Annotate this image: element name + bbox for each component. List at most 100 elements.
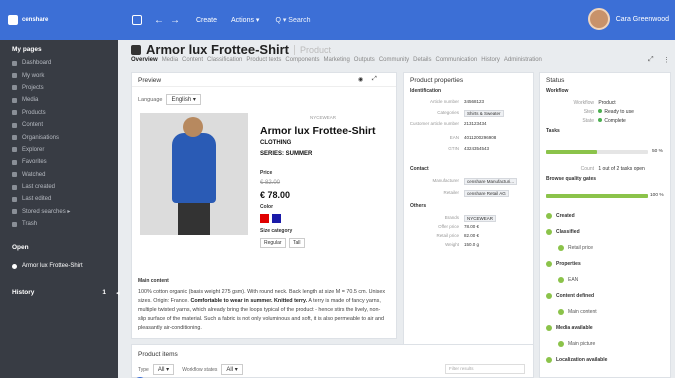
property-row: Categories Shirts & Sweater xyxy=(404,110,534,118)
sidebar: My pages Dashboard My work Projects Media Pr… xyxy=(0,40,120,378)
sidebar-item-1[interactable]: My work xyxy=(0,69,118,81)
tab-5[interactable]: Components xyxy=(285,57,319,63)
gates-percent: 100 % xyxy=(650,193,664,198)
tab-2[interactable]: Content xyxy=(182,57,203,63)
product-icon xyxy=(12,263,17,269)
page-title: Armor lux Frottee-Shirt Product xyxy=(131,42,331,57)
eye-icon[interactable]: ◉ xyxy=(358,76,363,83)
language-select[interactable]: English ▾ xyxy=(166,94,201,105)
check-circle-icon xyxy=(546,357,552,363)
sidebar-item-12[interactable]: Stored searches ▸ xyxy=(0,206,118,218)
property-row: Retail price 82.00 € xyxy=(436,233,480,238)
property-row: Retailer censhare Retail AG xyxy=(404,190,534,198)
sidebar-item-icon xyxy=(12,196,17,202)
product-items-title: Product items xyxy=(138,351,178,358)
check-circle-icon xyxy=(558,277,564,283)
search-box[interactable]: Q ▾ Search xyxy=(275,16,310,24)
tab-bar: Overview Media Content Classification Produc… xyxy=(131,57,671,63)
forward-arrow-icon[interactable]: → xyxy=(170,15,180,26)
language-selector: Language English ▾ xyxy=(138,94,201,105)
sidebar-item-5[interactable]: Content xyxy=(0,119,118,131)
sidebar-item-icon xyxy=(12,221,17,227)
sidebar-item-11[interactable]: Last edited xyxy=(0,193,118,205)
tab-12[interactable]: Administration xyxy=(504,57,542,63)
sidebar-toggle-icon[interactable] xyxy=(132,15,142,25)
state-value: Complete xyxy=(598,118,626,124)
type-select[interactable]: All ▾ xyxy=(152,364,175,375)
sidebar-item-4[interactable]: Products xyxy=(0,107,118,119)
workflow-state-select[interactable]: All ▾ xyxy=(221,364,243,375)
sidebar-list: Dashboard My work Projects Media Products Con… xyxy=(0,57,118,230)
quality-gate-item: Localization available xyxy=(546,357,607,363)
preview-title: Preview xyxy=(132,73,396,87)
tasks-percent: 50 % xyxy=(652,149,663,154)
tab-6[interactable]: Marketing xyxy=(323,57,349,63)
expand-preview-icon[interactable]: ⤢ xyxy=(372,76,377,83)
sidebar-item-10[interactable]: Last created xyxy=(0,181,118,193)
sidebar-item-6[interactable]: Organisations xyxy=(0,131,118,143)
size-option-tall[interactable]: Tall xyxy=(289,238,305,248)
sidebar-item-2[interactable]: Projects xyxy=(0,82,118,94)
tasks-progress-bar xyxy=(546,150,648,154)
tab-0[interactable]: Overview xyxy=(131,57,158,63)
status-dot-icon xyxy=(598,118,603,122)
filter-input[interactable]: Filter results xyxy=(445,364,525,374)
check-circle-icon xyxy=(546,261,552,267)
avatar xyxy=(587,8,610,30)
properties-title: Product properties xyxy=(410,77,464,84)
tab-10[interactable]: Communication xyxy=(436,57,478,63)
sidebar-item-icon xyxy=(12,159,17,165)
sidebar-item-icon xyxy=(12,85,17,91)
sidebar-item-13[interactable]: Trash xyxy=(0,218,118,230)
expand-icon[interactable]: ⤢ xyxy=(648,56,654,64)
gates-progress-bar xyxy=(546,194,648,198)
tab-3[interactable]: Classification xyxy=(207,57,242,63)
color-swatch-red[interactable] xyxy=(260,214,269,223)
quality-gate-item: EAN xyxy=(558,277,578,283)
tab-9[interactable]: Details xyxy=(413,57,431,63)
open-heading: Open xyxy=(12,244,29,252)
sidebar-item-3[interactable]: Media xyxy=(0,94,118,106)
preview-panel: Preview ◉ ⤢ Language English ▾ NYCEWEAR … xyxy=(131,72,397,339)
censhare-logo[interactable]: censhare xyxy=(0,0,118,40)
main-content-text: 100% cotton organic (basis weight 275 gs… xyxy=(138,289,386,331)
back-arrow-icon[interactable]: ← xyxy=(154,15,164,26)
cube-icon xyxy=(131,44,141,55)
main-area: Armor lux Frottee-Shirt Product Overview… xyxy=(118,40,675,378)
product-category: CLOTHING xyxy=(260,140,292,146)
workflow-value: Product xyxy=(598,100,616,106)
size-option-regular[interactable]: Regular xyxy=(260,238,286,248)
gates-heading: Browse quality gates xyxy=(546,176,597,182)
sidebar-item-9[interactable]: Watched xyxy=(0,169,118,181)
brand: NYCEWEAR xyxy=(310,115,337,120)
top-bar: censhare ← → Create Actions ▾ Q ▾ Search… xyxy=(0,0,675,40)
more-icon[interactable]: ⋮ xyxy=(663,56,670,64)
check-circle-icon xyxy=(546,213,552,219)
tab-11[interactable]: History xyxy=(481,57,500,63)
sidebar-item-icon xyxy=(12,122,17,128)
quality-gate-item: Classified xyxy=(546,229,580,235)
check-circle-icon xyxy=(546,325,552,331)
sidebar-item-0[interactable]: Dashboard xyxy=(0,57,118,69)
logo-icon xyxy=(8,15,18,25)
create-button[interactable]: Create xyxy=(196,17,217,24)
property-row: EAN 4011200296908 xyxy=(449,135,497,140)
quality-gate-item: Created xyxy=(546,213,575,219)
history-heading[interactable]: History 1 xyxy=(0,273,118,312)
tab-7[interactable]: Outputs xyxy=(354,57,375,63)
quality-gate-item: Main content xyxy=(558,309,597,315)
tab-8[interactable]: Community xyxy=(379,57,409,63)
actions-menu[interactable]: Actions ▾ xyxy=(231,16,259,24)
product-image[interactable] xyxy=(140,113,248,235)
tab-1[interactable]: Media xyxy=(162,57,178,63)
color-swatch-blue[interactable] xyxy=(272,214,281,223)
user-menu[interactable]: Cara Greenwood xyxy=(587,8,669,30)
product-series: SERIES: SUMMER xyxy=(260,151,313,157)
my-pages-heading: My pages xyxy=(12,46,42,53)
tab-4[interactable]: Product texts xyxy=(246,57,281,63)
sidebar-item-open-product[interactable]: Armor lux Frottee-Shirt xyxy=(0,259,118,273)
sidebar-item-8[interactable]: Favorites xyxy=(0,156,118,168)
size-label: Size category xyxy=(260,228,293,234)
sidebar-item-7[interactable]: Explorer xyxy=(0,144,118,156)
workflow-heading: Workflow xyxy=(546,88,569,94)
